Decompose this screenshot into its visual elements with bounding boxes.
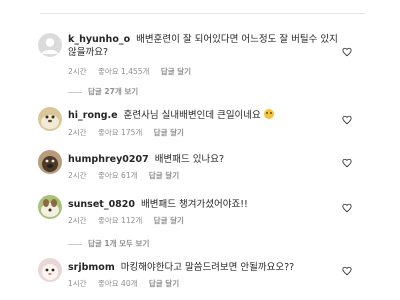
heart-outline-icon[interactable] [342, 158, 352, 168]
comment-likes[interactable]: 좋아요 1,455개 [98, 67, 149, 76]
reply-divider-line [68, 91, 82, 93]
comment-meta: 2시간 좋아요 112개 답글 달기 [68, 215, 193, 226]
divider [40, 13, 365, 14]
heart-outline-icon[interactable] [342, 266, 352, 276]
comment-time[interactable]: 2시간 [68, 216, 87, 225]
comment-text-block: humphrey0207 배변패드 있나요? [68, 153, 338, 166]
comment-body: 훈련사님 실내배변인데 큰일이네요 [123, 110, 261, 121]
comment-body: 배변패드 있나요? [154, 154, 225, 165]
comment-username[interactable]: k_hyunho_o [68, 34, 130, 45]
view-replies-label: 답글 27개 보기 [88, 87, 139, 96]
comment-likes[interactable]: 좋아요 40개 [98, 279, 138, 288]
reply-button[interactable]: 답글 달기 [161, 67, 191, 76]
comment-meta: 2시간 좋아요 61개 답글 달기 [68, 170, 188, 181]
avatar[interactable] [38, 195, 62, 219]
comment-username[interactable]: srjbmom [68, 262, 115, 273]
comment-username[interactable]: humphrey0207 [68, 154, 149, 165]
comments-panel: k_hyunho_o 배변훈련이 잘 되어있다면 어느정도 잘 버틸수 있지 않… [0, 0, 400, 300]
avatar-photo-icon [38, 258, 62, 282]
avatar[interactable] [38, 33, 62, 57]
comment-meta: 2시간 좋아요 1,455개 답글 달기 [68, 66, 200, 77]
avatar-photo-icon [38, 107, 62, 131]
comment-username[interactable]: sunset_0820 [68, 199, 135, 210]
comment-text-block: sunset_0820 배변패드 챙겨가셨어야죠!! [68, 198, 338, 211]
reply-button[interactable]: 답글 달기 [154, 216, 184, 225]
comment-likes[interactable]: 좋아요 61개 [98, 171, 138, 180]
sad-face-emoji-icon [263, 109, 274, 119]
avatar[interactable] [38, 107, 62, 131]
comment-time[interactable]: 2시간 [68, 67, 87, 76]
avatar-photo-icon [38, 150, 62, 174]
comment-time[interactable]: 2시간 [68, 128, 87, 137]
heart-outline-icon[interactable] [342, 203, 352, 213]
avatar-photo-icon [38, 195, 62, 219]
view-replies-label: 답글 1개 모두 보기 [88, 239, 150, 248]
comment-likes[interactable]: 좋아요 112개 [98, 216, 142, 225]
view-replies-button[interactable]: 답글 1개 모두 보기 [68, 238, 149, 249]
comment-username[interactable]: hi_rong.e [68, 110, 118, 121]
view-replies-button[interactable]: 답글 27개 보기 [68, 86, 138, 97]
default-avatar-icon [38, 33, 62, 57]
reply-button[interactable]: 답글 달기 [149, 279, 179, 288]
comment-time[interactable]: 2시간 [68, 171, 87, 180]
heart-outline-icon[interactable] [342, 115, 352, 125]
comment-body: 마킹해야한다고 말씀드려보면 안될까요오?? [120, 262, 295, 273]
comment-text-block: srjbmom 마킹해야한다고 말씀드려보면 안될까요오?? [68, 261, 338, 274]
reply-button[interactable]: 답글 달기 [154, 128, 184, 137]
comment-meta: 2시간 좋아요 175개 답글 달기 [68, 127, 193, 138]
comment-time[interactable]: 1시간 [68, 279, 87, 288]
comment-likes[interactable]: 좋아요 175개 [98, 128, 142, 137]
comment-body: 배변패드 챙겨가셨어야죠!! [141, 199, 248, 210]
comment-text-block: hi_rong.e 훈련사님 실내배변인데 큰일이네요 [68, 109, 338, 122]
comment-text-block: k_hyunho_o 배변훈련이 잘 되어있다면 어느정도 잘 버틸수 있지 않… [68, 33, 338, 59]
avatar[interactable] [38, 150, 62, 174]
comment-meta: 1시간 좋아요 40개 답글 달기 [68, 278, 188, 289]
avatar[interactable] [38, 258, 62, 282]
reply-divider-line [68, 243, 82, 245]
reply-button[interactable]: 답글 달기 [149, 171, 179, 180]
heart-outline-icon[interactable] [342, 47, 352, 57]
